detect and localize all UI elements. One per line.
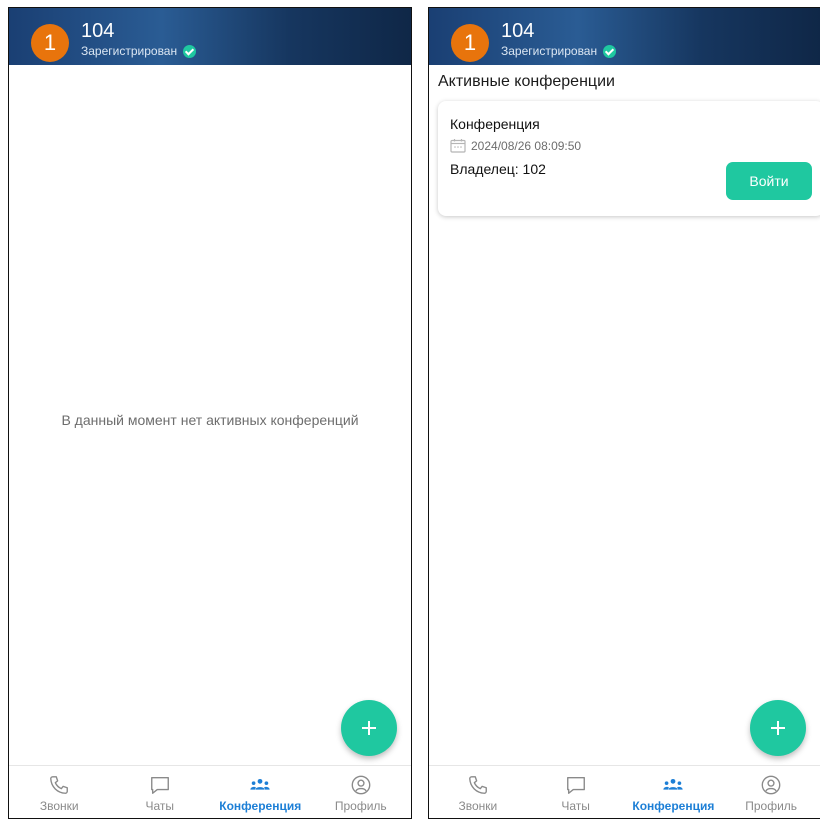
check-circle-icon [603,44,617,58]
calendar-icon [450,139,466,153]
nav-label-profile: Профиль [334,799,387,813]
conference-name: Конференция [450,116,540,132]
registration-status: Зарегистрирован [501,44,617,58]
nav-item-conference[interactable]: Конференция [625,766,723,818]
phone-screen-empty: 1 104 Зарегистрирован В данный момент не… [8,7,412,819]
nav-item-profile[interactable]: Профиль [722,766,820,818]
section-title: Активные конференции [438,73,615,90]
phone-icon [468,776,487,794]
nav-label-chats: Чаты [561,799,590,813]
app-header: 1 104 Зарегистрирован [429,8,820,65]
profile-icon [761,775,781,795]
nav-item-chats[interactable]: Чаты [110,766,211,818]
join-button[interactable]: Войти [726,162,812,200]
registration-status: Зарегистрирован [81,44,197,58]
phone-icon [50,776,69,794]
nav-item-calls[interactable]: Звонки [9,766,110,818]
phone-screen-active-conferences: 1 104 Зарегистрирован Активные конференц… [428,7,820,819]
extension-number: 104 [81,20,115,42]
app-header: 1 104 Зарегистрирован [9,8,411,65]
profile-icon [351,775,371,795]
add-conference-button[interactable] [341,700,397,756]
conference-icon [250,778,270,790]
status-text: Зарегистрирован [81,44,178,58]
bottom-nav: Звонки Чаты Конференция Профиль [429,765,820,818]
nav-item-conference[interactable]: Конференция [210,766,311,818]
conference-icon [663,778,683,790]
nav-label-calls: Звонки [39,799,79,813]
nav-label-profile: Профиль [745,799,798,813]
chat-icon [150,776,169,794]
nav-label-conference: Конференция [219,799,302,813]
conference-card: Конференция 2024/08/26 08:09:50 Владелец… [438,101,820,216]
extension-number: 104 [501,20,535,42]
nav-item-calls[interactable]: Звонки [429,766,527,818]
conference-owner: Владелец: 102 [450,161,546,177]
nav-label-chats: Чаты [145,799,175,813]
nav-label-calls: Звонки [458,799,498,813]
add-conference-button[interactable] [750,700,806,756]
nav-label-conference: Конференция [632,799,715,813]
conference-date-row: 2024/08/26 08:09:50 [450,138,581,153]
conference-date: 2024/08/26 08:09:50 [471,138,582,153]
nav-item-chats[interactable]: Чаты [527,766,625,818]
nav-item-profile[interactable]: Профиль [311,766,412,818]
avatar[interactable]: 1 [451,24,489,62]
avatar[interactable]: 1 [31,24,69,62]
empty-state-message: В данный момент нет активных конференций [61,412,359,428]
chat-icon [566,776,585,794]
status-text: Зарегистрирован [501,44,598,58]
bottom-nav: Звонки Чаты Конференция Профиль [9,765,411,818]
check-circle-icon [183,44,197,58]
